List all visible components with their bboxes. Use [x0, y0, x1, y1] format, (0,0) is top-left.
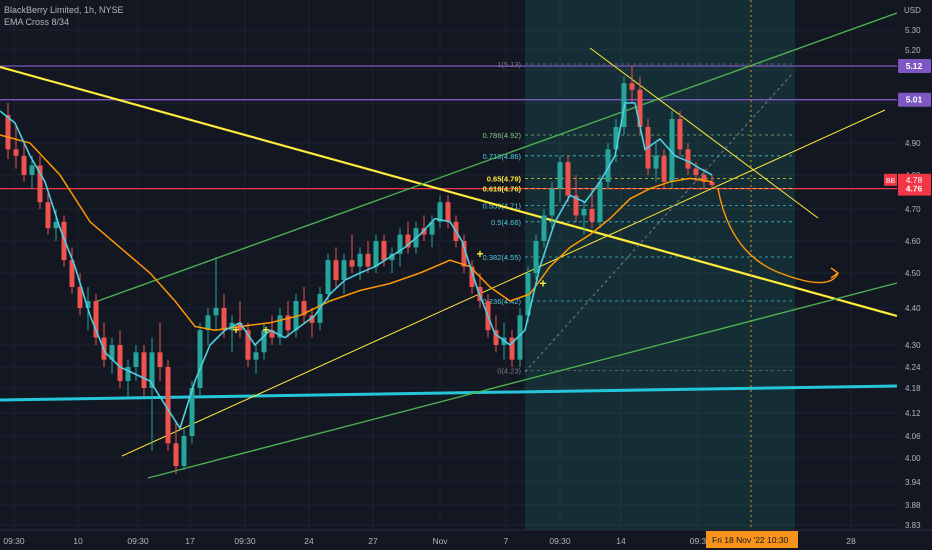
date-badge-text: Fri 18 Nov '22 10:30	[712, 535, 789, 545]
candle-body	[165, 367, 171, 444]
candle-body	[197, 330, 203, 388]
price-tick: 4.60	[905, 237, 921, 246]
price-tick: 5.30	[905, 26, 921, 35]
time-tick: 28	[846, 536, 856, 546]
candle-body	[581, 209, 587, 216]
ema-cross-marker: +	[539, 277, 546, 291]
time-tick: 09:30	[127, 536, 149, 546]
candle-body	[629, 83, 635, 90]
candle-body	[141, 352, 147, 388]
fib-level-label: 0.618(4.76)	[483, 185, 522, 194]
candle-body	[549, 188, 555, 216]
price-tick: 4.30	[905, 341, 921, 350]
candle-body	[349, 260, 355, 267]
candle-body	[693, 168, 699, 175]
price-tick: 4.06	[905, 432, 921, 441]
fib-level-label: 0(4.23)	[497, 367, 521, 376]
ema-cross-marker: +	[262, 323, 269, 337]
time-tick: Nov	[432, 536, 448, 546]
candle-body	[565, 162, 571, 196]
price-tick: 4.70	[905, 205, 921, 214]
projection-zone	[525, 0, 795, 530]
candle-body	[21, 155, 27, 175]
ema-cross-marker: +	[232, 323, 239, 337]
time-tick: 7	[504, 536, 509, 546]
price-tick: 3.88	[905, 501, 921, 510]
candle-body	[333, 260, 339, 280]
price-tick: 4.12	[905, 409, 921, 418]
candle-body	[29, 165, 35, 175]
ema-cross-marker: +	[476, 247, 483, 261]
price-tick: 4.18	[905, 384, 921, 393]
time-tick: 09:3	[690, 536, 707, 546]
indicator-label[interactable]: EMA Cross 8/34	[4, 16, 124, 28]
candle-body	[357, 253, 363, 267]
candle-body	[157, 352, 163, 367]
time-tick: 09:30	[3, 536, 25, 546]
candle-body	[541, 215, 547, 241]
price-tick: 3.94	[905, 478, 921, 487]
candle-body	[661, 155, 667, 182]
candle-body	[373, 241, 379, 267]
price-axis[interactable]	[897, 0, 932, 530]
candle-body	[45, 202, 51, 229]
level-badge-text: 5.12	[906, 61, 923, 71]
candle-body	[589, 209, 595, 222]
candle-body	[557, 162, 563, 189]
time-tick: 09:30	[549, 536, 571, 546]
candle-body	[181, 436, 187, 466]
candle-body	[381, 241, 387, 261]
candle-body	[445, 202, 451, 222]
chart-legend: BlackBerry Limited, 1h, NYSE EMA Cross 8…	[4, 4, 124, 28]
time-tick: 09:30	[234, 536, 256, 546]
fib-level-label: 0.382(4.55)	[483, 253, 522, 262]
candle-body	[533, 241, 539, 273]
currency-label: USD	[904, 6, 921, 15]
last-price-text: 4.78	[906, 175, 923, 185]
price-tick: 4.50	[905, 269, 921, 278]
time-tick: 17	[185, 536, 195, 546]
candle-body	[213, 308, 219, 316]
candle-body	[5, 115, 11, 150]
candle-body	[653, 155, 659, 169]
candle-body	[325, 260, 331, 294]
candle-body	[173, 443, 179, 466]
fib-level-label: 1(5.13)	[497, 60, 521, 69]
time-tick: 27	[368, 536, 378, 546]
fib-level-label: 0.5(4.66)	[491, 218, 522, 227]
price-chart[interactable]: 1(5.13) 0.786(4.92) 0.718(4.86) 0.65(4.79) 0…	[0, 0, 932, 550]
price-tick: 4.24	[905, 363, 921, 372]
candle-body	[709, 181, 715, 186]
candle-body	[365, 253, 371, 267]
fib-level-label: 0.786(4.92)	[483, 131, 522, 140]
candle-body	[221, 308, 227, 331]
candle-body	[677, 119, 683, 150]
fib-level-label: 0.65(4.79)	[487, 174, 522, 183]
candle-body	[597, 181, 603, 222]
candle-body	[253, 352, 259, 360]
price-tick: 4.40	[905, 304, 921, 313]
time-tick: 24	[304, 536, 314, 546]
candle-body	[685, 149, 691, 169]
candle-body	[133, 352, 139, 367]
candle-body	[117, 345, 123, 381]
price-tick: 4.90	[905, 139, 921, 148]
chart-window: 1(5.13) 0.786(4.92) 0.718(4.86) 0.65(4.79) 0…	[0, 0, 932, 550]
candle-body	[13, 149, 19, 156]
time-tick: 14	[616, 536, 626, 546]
fib-level-label: 0.718(4.86)	[483, 152, 522, 161]
time-tick: 10	[73, 536, 83, 546]
symbol-tag-text: BB	[886, 178, 896, 185]
level-badge-text: 5.01	[906, 95, 923, 105]
price-tick: 5.20	[905, 46, 921, 55]
price-tick: 3.83	[905, 521, 921, 530]
symbol-title[interactable]: BlackBerry Limited, 1h, NYSE	[4, 4, 124, 16]
price-tick: 4.00	[905, 454, 921, 463]
candle-body	[341, 260, 347, 280]
